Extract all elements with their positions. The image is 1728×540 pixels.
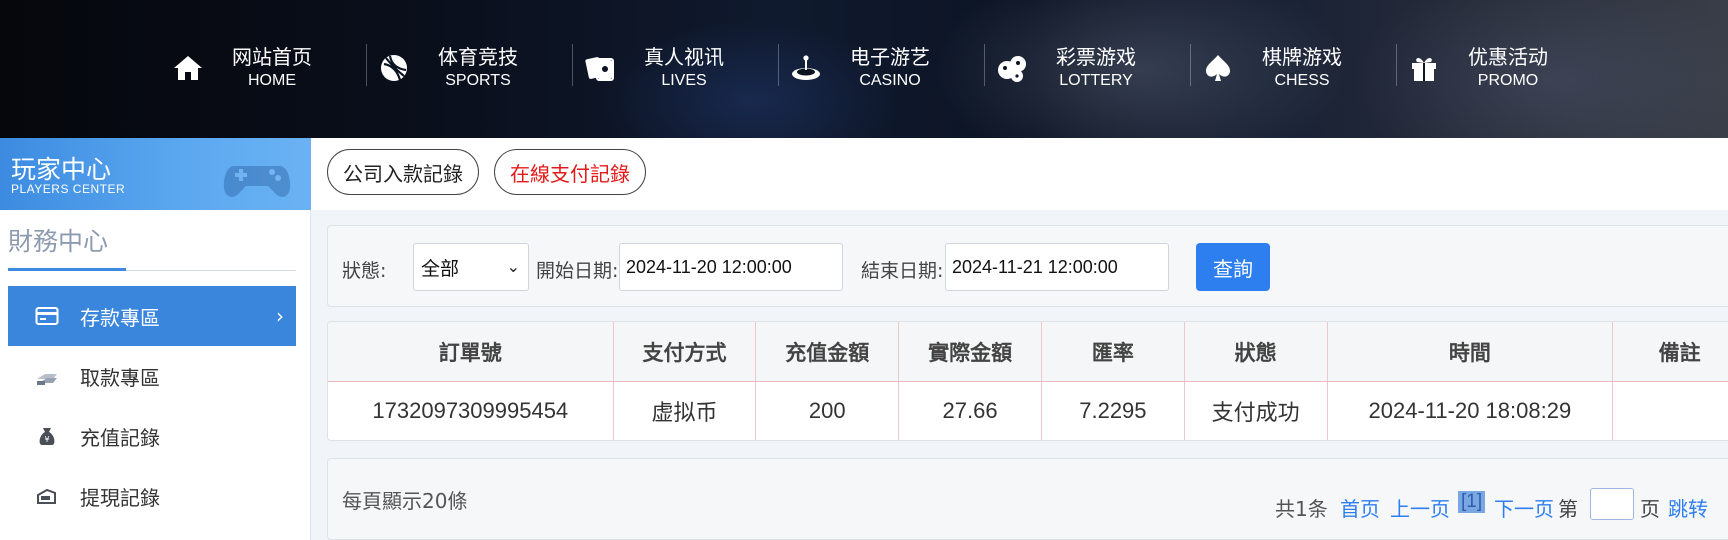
main-content: 公司入款記錄 在線支付記錄 狀態: 全部 ⌄ 開始日期: 2024-11-20 … — [311, 138, 1728, 540]
per-page-text: 每頁顯示20條 — [342, 489, 468, 513]
home-icon — [168, 48, 208, 88]
sidebar-item-label: 提現記錄 — [80, 485, 160, 510]
page-suffix-label: 页 — [1640, 497, 1660, 521]
first-page-link[interactable]: 首页 — [1340, 493, 1380, 522]
pagination-bar: 每頁顯示20條 共1条 首页 上一页 [1] 下一页 第 页 跳转 — [327, 458, 1728, 540]
players-center-banner: 玩家中心 PLAYERS CENTER — [0, 138, 311, 210]
page-prefix-label: 第 — [1558, 497, 1578, 521]
top-header: 网站首页 HOME 体育竞技 SPORTS 真人视讯 LIVES 电子游艺 CA… — [0, 0, 1728, 138]
players-center-title: 玩家中心 — [11, 155, 112, 184]
jump-link[interactable]: 跳转 — [1668, 493, 1708, 522]
nav-label-en: LOTTERY — [1059, 72, 1133, 89]
nav-label-cn: 棋牌游戏 — [1262, 45, 1342, 69]
nav-label-cn: 优惠活动 — [1468, 45, 1548, 69]
next-page-link[interactable]: 下一页 — [1494, 493, 1554, 522]
column-header-remarks: 備註 — [1658, 340, 1701, 365]
end-date-label: 結束日期: — [861, 260, 944, 282]
chevron-down-icon: ⌄ — [506, 257, 520, 276]
status-select-value: 全部 — [421, 257, 460, 280]
sidebar-item-deposit[interactable]: 存款專區 › — [8, 286, 296, 346]
sidebar-item-label: 存款專區 — [80, 305, 160, 330]
column-header-time: 時間 — [1328, 322, 1614, 381]
cell-remarks — [1613, 382, 1728, 440]
sidebar-item-withdraw-records[interactable]: 提現記錄 — [8, 466, 296, 526]
column-header-order-no: 訂單號 — [328, 322, 614, 381]
gift-icon — [1404, 48, 1444, 88]
nav-label-en: CASINO — [859, 72, 921, 89]
sidebar-item-label: 取款專區 — [80, 365, 160, 390]
query-button[interactable]: 查詢 — [1196, 243, 1270, 291]
money-bag-icon: ¥ — [34, 425, 60, 447]
nav-label-cn: 电子游艺 — [850, 45, 930, 69]
column-header-actual-amount: 實際金額 — [899, 322, 1042, 381]
nav-label-cn: 体育竞技 — [438, 45, 518, 69]
chevron-right-icon: › — [276, 304, 284, 328]
sidebar-menu: 存款專區 › 取款專區 ¥ 充值記錄 提現記錄 — [8, 286, 296, 526]
total-count: 共1条 — [1275, 497, 1328, 521]
start-date-input[interactable]: 2024-11-20 12:00:00 — [619, 243, 843, 291]
ball-icon — [374, 48, 414, 88]
cell-status: 支付成功 — [1185, 382, 1328, 440]
cell-exchange-rate: 7.2295 — [1042, 382, 1185, 440]
tab-online-payment-records[interactable]: 在線支付記錄 — [494, 149, 646, 195]
nav-item-casino[interactable]: 电子游艺 CASINO — [778, 38, 984, 98]
cell-actual-amount: 27.66 — [899, 382, 1042, 440]
cell-order-no: 1732097309995454 — [328, 382, 614, 440]
withdraw-cash-icon — [34, 365, 60, 387]
tab-company-deposit-records[interactable]: 公司入款記錄 — [327, 149, 479, 195]
deposit-card-icon — [34, 305, 60, 327]
finance-center-title: 財務中心 — [8, 227, 109, 256]
start-date-label: 開始日期: — [536, 260, 619, 282]
gamepad-icon — [223, 166, 291, 197]
filter-bar: 狀態: 全部 ⌄ 開始日期: 2024-11-20 12:00:00 結束日期:… — [327, 225, 1728, 307]
nav-item-sports[interactable]: 体育竞技 SPORTS — [366, 38, 572, 98]
sidebar-item-withdraw[interactable]: 取款專區 — [8, 346, 296, 406]
cell-time: 2024-11-20 18:08:29 — [1328, 382, 1614, 440]
nav-label-en: HOME — [248, 72, 296, 89]
sidebar-item-recharge-records[interactable]: ¥ 充值記錄 — [8, 406, 296, 466]
nav-label-en: CHESS — [1274, 72, 1330, 89]
withdraw-record-icon — [34, 485, 60, 507]
dice-icon — [992, 48, 1032, 88]
column-header-status: 狀態 — [1185, 322, 1328, 381]
main-nav: 网站首页 HOME 体育竞技 SPORTS 真人视讯 LIVES 电子游艺 CA… — [160, 38, 1602, 98]
section-title-underline — [8, 268, 126, 271]
nav-item-lives[interactable]: 真人视讯 LIVES — [572, 38, 778, 98]
end-date-input[interactable]: 2024-11-21 12:00:00 — [945, 243, 1169, 291]
status-select[interactable]: 全部 ⌄ — [413, 243, 529, 291]
nav-item-chess[interactable]: 棋牌游戏 CHESS — [1190, 38, 1396, 98]
roulette-icon — [786, 48, 826, 88]
column-header-recharge-amount: 充值金額 — [756, 322, 900, 381]
page-number-input[interactable] — [1590, 488, 1634, 520]
players-center-subtitle: PLAYERS CENTER — [11, 182, 126, 196]
nav-item-home[interactable]: 网站首页 HOME — [160, 38, 366, 98]
nav-label-en: LIVES — [661, 72, 707, 89]
status-label: 狀態: — [342, 260, 387, 282]
nav-label-cn: 真人视讯 — [644, 45, 724, 69]
spade-icon — [1198, 48, 1238, 88]
cell-recharge-amount: 200 — [756, 382, 900, 440]
sidebar-item-label: 充值記錄 — [80, 425, 160, 450]
nav-item-lottery[interactable]: 彩票游戏 LOTTERY — [984, 38, 1190, 98]
current-page[interactable]: [1] — [1458, 491, 1486, 513]
nav-label-cn: 网站首页 — [232, 45, 312, 69]
column-header-payment-method: 支付方式 — [614, 322, 757, 381]
cell-payment-method: 虚拟币 — [614, 382, 757, 440]
svg-text:¥: ¥ — [44, 435, 49, 444]
table-row: 1732097309995454 虚拟币 200 27.66 7.2295 支付… — [328, 382, 1728, 440]
prev-page-link[interactable]: 上一页 — [1390, 493, 1450, 522]
nav-item-promo[interactable]: 优惠活动 PROMO — [1396, 38, 1602, 98]
record-tabs-bar: 公司入款記錄 在線支付記錄 — [311, 138, 1728, 210]
nav-label-cn: 彩票游戏 — [1056, 45, 1136, 69]
nav-label-en: SPORTS — [445, 72, 511, 89]
sidebar: 玩家中心 PLAYERS CENTER 財務中心 存款專區 › 取款專區 ¥ 充… — [0, 138, 311, 540]
payment-records-table: 訂單號 支付方式 充值金額 實際金額 匯率 狀態 時間 備註 173209730… — [327, 321, 1728, 441]
cards-icon — [580, 48, 620, 88]
column-header-exchange-rate: 匯率 — [1042, 322, 1185, 381]
nav-label-en: PROMO — [1477, 72, 1539, 89]
table-header-row: 訂單號 支付方式 充值金額 實際金額 匯率 狀態 時間 備註 — [328, 322, 1728, 382]
